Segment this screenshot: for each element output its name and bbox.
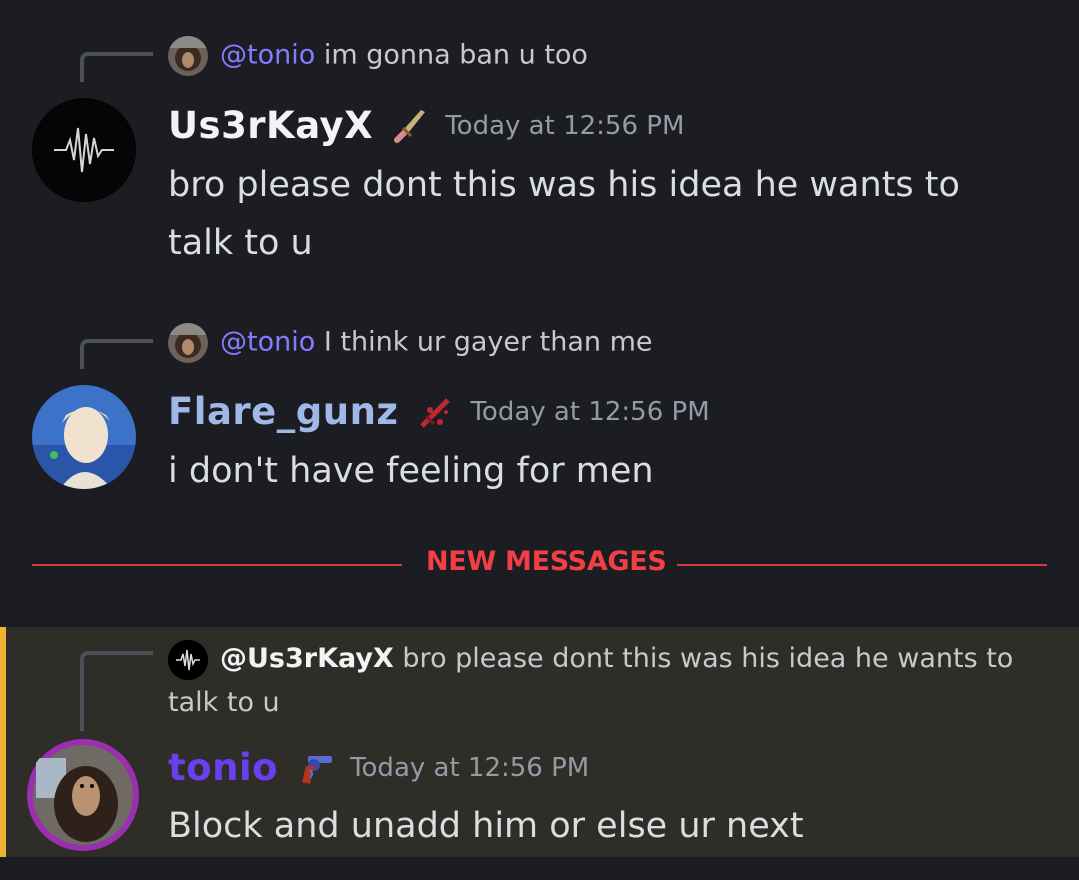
bloody-sword-icon[interactable] xyxy=(416,392,456,432)
reply-spine xyxy=(80,651,153,731)
waveform-icon xyxy=(168,639,208,680)
monkey-avatar xyxy=(27,739,139,851)
reply-mention[interactable]: @tonio xyxy=(220,327,315,358)
new-messages-divider: NEW MESSAGES xyxy=(426,546,667,577)
avatar[interactable] xyxy=(32,98,136,202)
anime-character-avatar xyxy=(32,385,136,489)
avatar[interactable] xyxy=(32,385,136,489)
tonio-small-avatar[interactable] xyxy=(168,323,208,363)
knife-icon[interactable] xyxy=(391,106,431,146)
reply-preview[interactable]: @tonio im gonna ban u too xyxy=(168,36,588,76)
author-name[interactable]: Us3rKayX xyxy=(168,104,373,147)
timestamp[interactable]: Today at 12:56 PM xyxy=(350,753,589,783)
reply-spine xyxy=(80,52,153,82)
timestamp[interactable]: Today at 12:56 PM xyxy=(445,111,684,141)
reply-preview[interactable]: @Us3rKayX bro please dont this was his i… xyxy=(168,637,1048,725)
message-header: Us3rKayX Today at 12:56 PM xyxy=(168,104,684,147)
author-name[interactable]: tonio xyxy=(168,746,278,789)
divider-line-right xyxy=(677,564,1047,566)
reply-text[interactable]: im gonna ban u too xyxy=(324,40,588,71)
reply-spine xyxy=(80,339,153,369)
message-text: i don't have feeling for men xyxy=(168,451,654,491)
message-header: Flare_gunz Today at 12:56 PM xyxy=(168,390,710,433)
divider-line-left xyxy=(32,564,402,566)
tonio-small-avatar[interactable] xyxy=(168,36,208,76)
waveform-icon xyxy=(32,98,136,202)
timestamp[interactable]: Today at 12:56 PM xyxy=(470,397,709,427)
reply-mention[interactable]: @Us3rKayX xyxy=(220,643,394,674)
message-header: tonio Today at 12:56 PM xyxy=(168,746,589,789)
reply-text[interactable]: I think ur gayer than me xyxy=(324,327,653,358)
message-text: Block and unadd him or else ur next xyxy=(168,806,804,846)
message-text: bro please dont this was his idea he wan… xyxy=(168,165,960,263)
avatar[interactable] xyxy=(26,738,140,852)
author-name[interactable]: Flare_gunz xyxy=(168,390,398,433)
us3rkayx-small-avatar[interactable] xyxy=(168,639,208,680)
revolver-icon[interactable] xyxy=(296,748,336,788)
reply-preview[interactable]: @tonio I think ur gayer than me xyxy=(168,323,653,363)
reply-mention[interactable]: @tonio xyxy=(220,40,315,71)
